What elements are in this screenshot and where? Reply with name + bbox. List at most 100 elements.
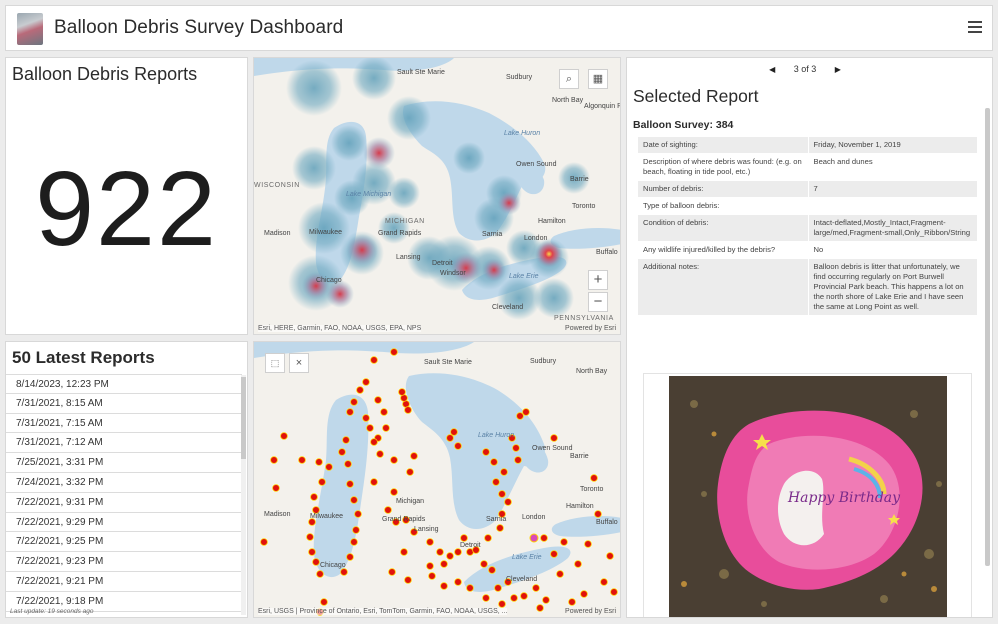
powered-by-esri[interactable]: Powered by Esri	[565, 608, 616, 615]
report-point[interactable]	[318, 478, 326, 486]
report-point[interactable]	[390, 456, 398, 464]
report-point[interactable]	[352, 526, 360, 534]
report-point[interactable]	[354, 510, 362, 518]
zoom-in-button[interactable]: +	[588, 270, 608, 290]
report-point[interactable]	[270, 456, 278, 464]
report-point[interactable]	[446, 552, 454, 560]
report-point[interactable]	[436, 548, 444, 556]
report-point[interactable]	[450, 428, 458, 436]
report-point[interactable]	[584, 540, 592, 548]
report-point[interactable]	[320, 598, 328, 606]
report-point[interactable]	[346, 480, 354, 488]
list-item[interactable]: 7/22/2021, 9:21 PM	[6, 572, 242, 592]
report-point[interactable]	[308, 548, 316, 556]
report-point[interactable]	[404, 406, 412, 414]
report-point[interactable]	[454, 442, 462, 450]
report-point[interactable]	[504, 498, 512, 506]
report-point[interactable]	[362, 414, 370, 422]
report-point[interactable]	[410, 452, 418, 460]
report-point[interactable]	[325, 463, 333, 471]
list-item[interactable]: 7/31/2021, 8:15 AM	[6, 394, 242, 414]
report-point[interactable]	[400, 548, 408, 556]
list-item[interactable]: 7/22/2021, 9:31 PM	[6, 493, 242, 513]
report-point[interactable]	[496, 524, 504, 532]
report-point[interactable]	[446, 434, 454, 442]
report-point[interactable]	[312, 558, 320, 566]
report-point[interactable]	[356, 386, 364, 394]
report-point[interactable]	[550, 550, 558, 558]
report-point[interactable]	[460, 534, 468, 542]
report-point[interactable]	[316, 570, 324, 578]
report-point[interactable]	[315, 458, 323, 466]
report-point[interactable]	[382, 424, 390, 432]
report-point[interactable]	[390, 488, 398, 496]
report-point[interactable]	[594, 510, 602, 518]
report-point[interactable]	[280, 432, 288, 440]
report-point[interactable]	[272, 484, 280, 492]
report-point[interactable]	[384, 506, 392, 514]
report-point[interactable]	[346, 408, 354, 416]
report-point[interactable]	[498, 600, 506, 608]
zoom-out-button[interactable]: −	[588, 292, 608, 312]
report-point[interactable]	[380, 408, 388, 416]
report-point[interactable]	[342, 436, 350, 444]
qr-code-icon[interactable]: ▦	[588, 69, 608, 89]
report-point[interactable]	[500, 468, 508, 476]
report-point[interactable]	[376, 450, 384, 458]
report-point[interactable]	[306, 533, 314, 541]
report-point[interactable]	[498, 490, 506, 498]
report-point[interactable]	[514, 456, 522, 464]
report-point[interactable]	[260, 538, 268, 546]
report-point[interactable]	[406, 468, 414, 476]
report-point[interactable]	[350, 398, 358, 406]
report-point[interactable]	[440, 560, 448, 568]
report-point[interactable]	[388, 568, 396, 576]
list-item[interactable]: 7/31/2021, 7:12 AM	[6, 433, 242, 454]
report-point[interactable]	[426, 538, 434, 546]
list-item[interactable]: 8/14/2023, 12:23 PM	[6, 374, 242, 394]
report-point[interactable]	[580, 590, 588, 598]
report-point[interactable]	[338, 448, 346, 456]
hamburger-menu-icon[interactable]	[968, 21, 982, 33]
previous-arrow-icon[interactable]: ◀	[769, 65, 775, 74]
debris-photo[interactable]: Happy Birthday	[644, 374, 973, 618]
report-point[interactable]	[350, 538, 358, 546]
list-item[interactable]: 7/24/2021, 3:32 PM	[6, 473, 242, 493]
report-point[interactable]	[350, 496, 358, 504]
report-point[interactable]	[370, 438, 378, 446]
powered-by-esri[interactable]: Powered by Esri	[565, 325, 616, 332]
heatmap-map[interactable]: Sault Ste Marie Sudbury North Bay Algonquin…	[253, 57, 621, 335]
report-point[interactable]	[310, 493, 318, 501]
list-scrollbar[interactable]	[241, 375, 246, 615]
report-point[interactable]	[346, 553, 354, 561]
list-item[interactable]: 7/22/2021, 9:23 PM	[6, 552, 242, 572]
report-point[interactable]	[466, 584, 474, 592]
report-point[interactable]	[398, 388, 406, 396]
report-point[interactable]	[426, 562, 434, 570]
report-point[interactable]	[516, 412, 524, 420]
next-arrow-icon[interactable]: ▶	[835, 65, 841, 74]
debris-photo-frame[interactable]: Happy Birthday	[643, 373, 973, 618]
report-point[interactable]	[522, 408, 530, 416]
report-point[interactable]	[362, 378, 370, 386]
report-point[interactable]	[480, 560, 488, 568]
clear-selection-button[interactable]: ×	[289, 353, 309, 373]
report-point[interactable]	[482, 448, 490, 456]
report-point[interactable]	[298, 456, 306, 464]
report-point[interactable]	[390, 348, 398, 356]
report-point[interactable]	[590, 474, 598, 482]
report-point[interactable]	[574, 560, 582, 568]
report-point[interactable]	[440, 582, 448, 590]
select-tool-icon[interactable]: ⬚	[265, 353, 285, 373]
report-point[interactable]	[374, 396, 382, 404]
points-map[interactable]: Sault Ste Marie Sudbury North Bay Lake Huro…	[253, 341, 621, 618]
report-point[interactable]	[560, 538, 568, 546]
report-point[interactable]	[494, 584, 502, 592]
report-point[interactable]	[428, 572, 436, 580]
heatmap-canvas[interactable]: Sault Ste Marie Sudbury North BayAlgonquin…	[254, 58, 621, 335]
report-point[interactable]	[344, 460, 352, 468]
report-point[interactable]	[512, 444, 520, 452]
selected-report-point[interactable]	[529, 533, 539, 543]
report-point[interactable]	[536, 604, 544, 612]
report-point[interactable]	[404, 576, 412, 584]
